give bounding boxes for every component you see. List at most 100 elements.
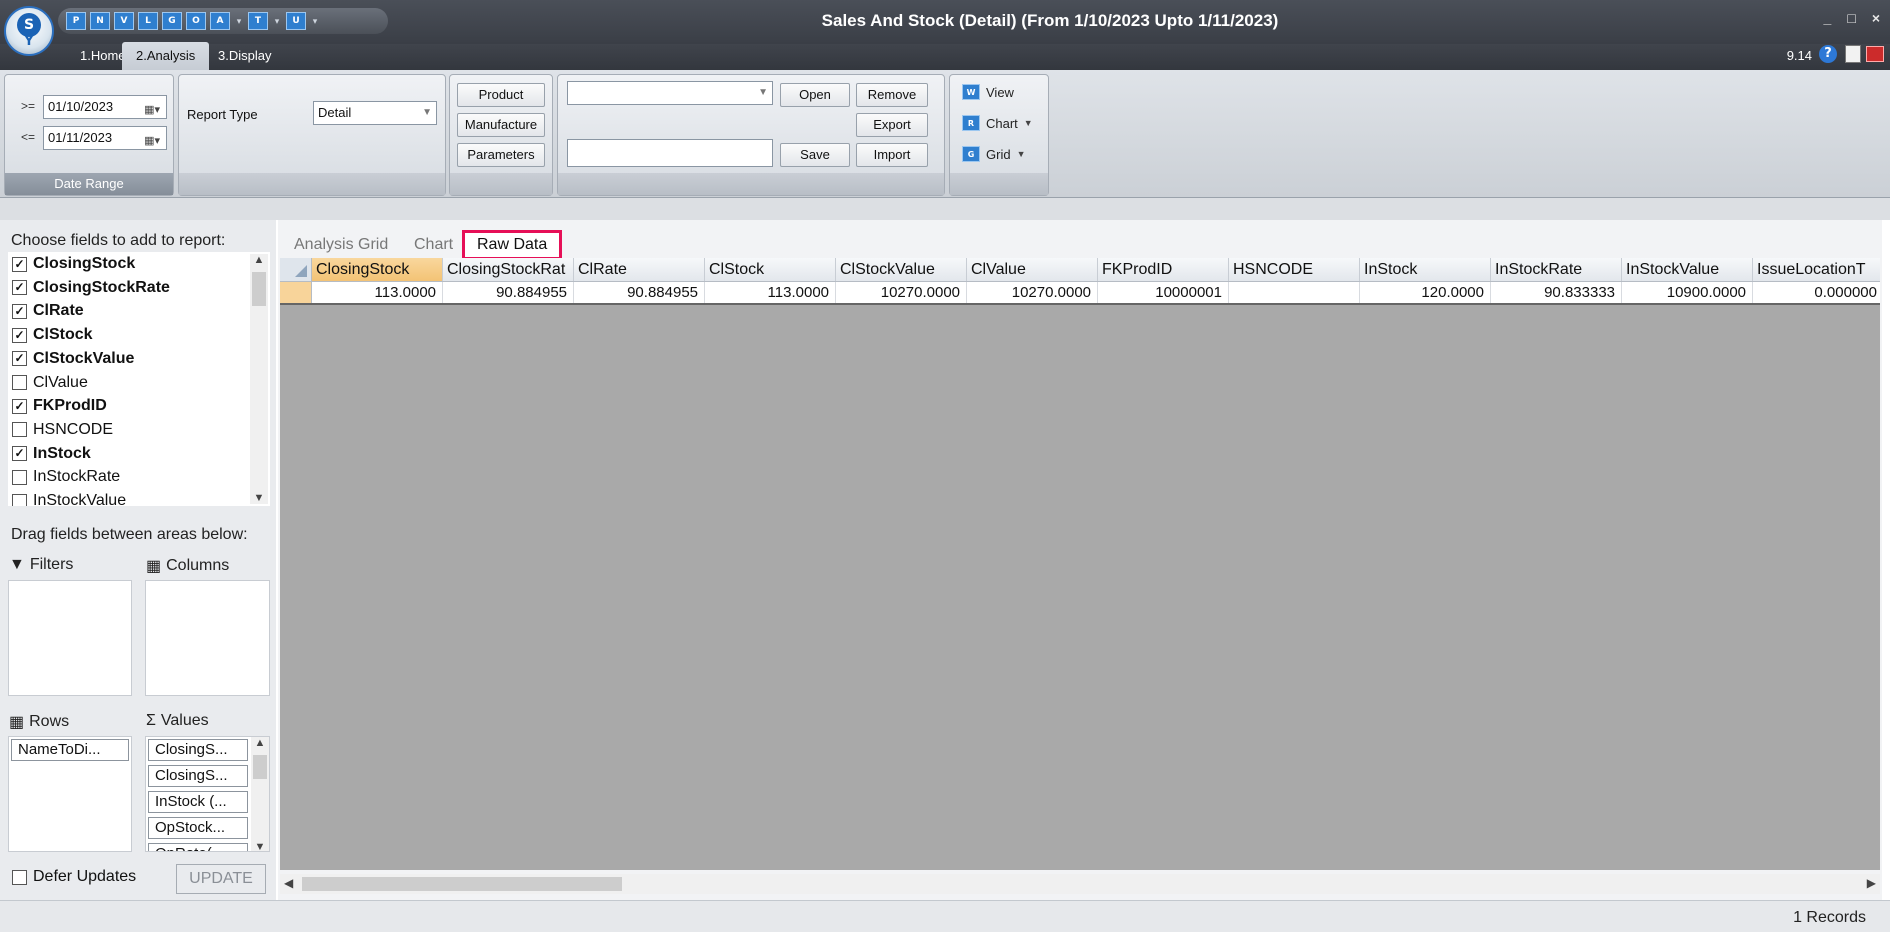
table-cell[interactable]: 90.884955 [443,282,574,303]
field-checkbox[interactable]: ✓ [12,280,27,296]
table-cell[interactable]: 90.833333 [1491,282,1622,303]
field-list-scrollbar[interactable]: ▲ ▼ [250,254,268,504]
select-all-corner[interactable] [280,258,312,281]
column-header[interactable]: HSNCODE [1229,258,1360,281]
quick-access-button[interactable]: N [90,12,110,30]
quick-access-button[interactable]: A [210,12,230,30]
table-cell[interactable]: 113.0000 [705,282,836,303]
column-header[interactable]: ClStockValue [836,258,967,281]
column-header[interactable]: InStock [1360,258,1491,281]
table-cell[interactable]: 113.0000 [312,282,443,303]
open-button[interactable]: Open [780,83,850,107]
quick-access-button[interactable]: T [248,12,268,30]
column-header[interactable]: FKProdID [1098,258,1229,281]
scroll-thumb[interactable] [253,755,267,779]
table-cell[interactable]: 10900.0000 [1622,282,1753,303]
list-item[interactable]: HSNCODE [12,418,113,442]
table-row[interactable]: 113.0000 90.884955 90.884955 113.0000 10270.… [280,282,1880,305]
list-item[interactable]: ClValue [12,371,88,395]
list-item[interactable]: ✓ ClStock [12,323,93,347]
list-item[interactable]: ✓ InStock [12,442,91,466]
table-cell[interactable]: 0.000000 [1753,282,1880,303]
column-header[interactable]: IssueLocationT [1753,258,1880,281]
row-selector[interactable] [280,282,312,303]
field-checkbox[interactable] [12,469,27,485]
values-field-pill[interactable]: OpRate(... [148,843,248,851]
document-icon[interactable] [1845,45,1861,63]
defer-updates[interactable]: Defer Updates [12,868,136,886]
export-button[interactable]: Export [856,113,928,137]
scroll-down-icon[interactable]: ▼ [251,841,269,851]
scroll-up-icon[interactable]: ▲ [250,254,268,266]
column-header[interactable]: InStockValue [1622,258,1753,281]
field-checkbox[interactable] [12,375,27,390]
from-date-field[interactable]: 01/10/2023 ▦▾ [43,95,167,119]
scroll-down-icon[interactable]: ▼ [250,492,268,504]
scroll-thumb[interactable] [302,877,622,891]
layout-name-input[interactable] [567,139,773,167]
report-type-select[interactable]: Detail ▼ [313,101,437,125]
quick-access-button[interactable]: V [114,12,134,30]
list-item[interactable]: ✓ ClosingStock [12,252,135,276]
update-button[interactable]: UPDATE [176,864,266,894]
tab-raw-data[interactable]: Raw Data [462,230,563,260]
list-item[interactable]: ✓ ClStockValue [12,347,134,371]
list-item[interactable]: InStockRate [12,465,120,489]
column-header[interactable]: ClosingStock [312,258,443,281]
to-date-field[interactable]: 01/11/2023 ▦▾ [43,126,167,150]
product-button[interactable]: Product [457,83,545,107]
minimize-button[interactable]: _ [1824,10,1832,26]
remove-button[interactable]: Remove [856,83,928,107]
calendar-icon[interactable]: ▦▾ [144,99,160,121]
app-logo[interactable]: S Y [4,6,54,56]
tab-analysis[interactable]: 2.Analysis [122,42,210,70]
quick-access-button[interactable]: P [66,12,86,30]
list-item[interactable]: InStockValue [12,489,126,506]
exit-icon[interactable] [1866,46,1884,62]
field-checkbox[interactable]: ✓ [12,398,27,414]
table-cell[interactable]: 10270.0000 [836,282,967,303]
quick-access-button[interactable]: L [138,12,158,30]
table-cell[interactable]: 90.884955 [574,282,705,303]
values-field-pill[interactable]: ClosingS... [148,765,248,787]
column-header[interactable]: InStockRate [1491,258,1622,281]
list-item[interactable]: ✓ ClosingStockRate [12,276,170,300]
column-header[interactable]: ClosingStockRat [443,258,574,281]
parameters-button[interactable]: Parameters [457,143,545,167]
scroll-right-icon[interactable]: ▶ [1867,876,1876,890]
table-cell[interactable]: 10000001 [1098,282,1229,303]
grid-menu-item[interactable]: G Grid ▼ [962,143,1025,165]
tab-display[interactable]: 3.Display [204,42,285,70]
field-checkbox[interactable] [12,422,27,438]
columns-area[interactable] [145,580,270,696]
field-checkbox[interactable] [12,493,27,506]
save-button[interactable]: Save [780,143,850,167]
filters-area[interactable] [8,580,132,696]
chevron-down-icon[interactable]: ▾ [310,16,320,27]
values-scrollbar[interactable]: ▲ ▼ [251,737,269,851]
table-cell[interactable] [1229,282,1360,303]
column-header[interactable]: ClStock [705,258,836,281]
field-checkbox[interactable]: ✓ [12,446,27,462]
chevron-down-icon[interactable]: ▾ [234,16,244,27]
close-button[interactable]: × [1872,10,1880,26]
values-area[interactable]: ClosingS... ClosingS... InStock (... OpS… [145,736,270,852]
field-checkbox[interactable]: ✓ [12,303,27,319]
grid-horizontal-scrollbar[interactable]: ◀ ▶ [280,874,1880,894]
tab-chart[interactable]: Chart [410,230,457,260]
quick-access-button[interactable]: U [286,12,306,30]
column-header[interactable]: ClValue [967,258,1098,281]
quick-access-button[interactable]: O [186,12,206,30]
list-item[interactable]: ✓ ClRate [12,299,84,323]
values-field-pill[interactable]: InStock (... [148,791,248,813]
list-item[interactable]: ✓ FKProdID [12,394,107,418]
chart-menu-item[interactable]: R Chart ▼ [962,112,1033,134]
maximize-button[interactable]: □ [1847,10,1855,26]
view-menu-item[interactable]: W View [962,81,1014,103]
column-header[interactable]: ClRate [574,258,705,281]
field-checkbox[interactable]: ✓ [12,351,27,367]
defer-checkbox[interactable] [12,869,27,885]
field-checkbox[interactable]: ✓ [12,327,27,343]
scroll-up-icon[interactable]: ▲ [251,737,269,749]
calendar-icon[interactable]: ▦▾ [144,130,160,152]
